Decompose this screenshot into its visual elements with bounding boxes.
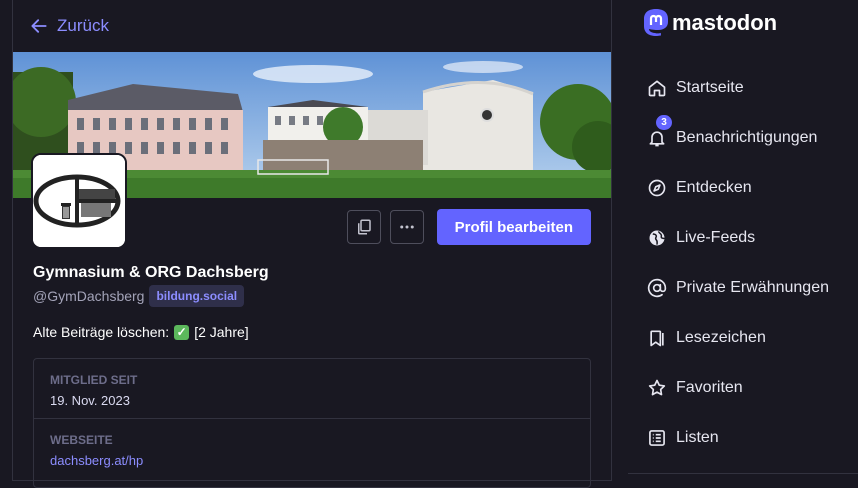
nav-label: Live-Feeds	[676, 229, 756, 246]
list-icon	[649, 430, 665, 446]
nav-label: Favoriten	[676, 379, 743, 396]
nav-item-live-feeds[interactable]: Live-Feeds	[628, 213, 858, 263]
back-label: Zurück	[57, 16, 109, 35]
bio-text: Alte Beiträge löschen:	[33, 324, 170, 340]
home-icon	[648, 80, 666, 97]
nav-item-private-erwaehnungen[interactable]: Private Erwähnungen	[628, 263, 858, 313]
globe-icon	[649, 230, 666, 246]
nav-item-benachrichtigungen[interactable]: 3 Benachrichtigungen	[628, 113, 858, 163]
field-member-since: MITGLIED SEIT 19. Nov. 2023	[34, 359, 590, 418]
nav-label: Entdecken	[676, 179, 752, 196]
notification-count-badge: 3	[656, 115, 672, 130]
nav-label: Startseite	[676, 79, 744, 96]
nav-item-entdecken[interactable]: Entdecken	[628, 163, 858, 213]
check-mark-icon: ✓	[174, 324, 190, 340]
field-label: MITGLIED SEIT	[50, 373, 138, 387]
nav-item-favoriten[interactable]: Favoriten	[628, 363, 858, 413]
at-icon	[647, 278, 667, 298]
nav-label: Listen	[676, 429, 719, 446]
profile-actions: Profil bearbeiten	[346, 209, 591, 245]
nav-item-lesezeichen[interactable]: Lesezeichen	[628, 313, 858, 363]
logo-text: mastodon	[672, 10, 778, 35]
mastodon-logo[interactable]: mastodon	[642, 8, 777, 38]
bookmark-icon	[650, 330, 664, 347]
display-name: Gymnasium & ORG Dachsberg	[33, 264, 269, 281]
copy-icon	[357, 219, 371, 235]
field-label: WEBSEITE	[50, 433, 113, 447]
school-logo-icon	[33, 155, 125, 247]
navigation-sidebar: mastodon Startseite 3 Benachrichtigungen…	[628, 0, 858, 481]
star-icon	[648, 379, 666, 396]
website-link[interactable]: dachsberg.at/hp	[50, 453, 574, 468]
field-website: WEBSEITE dachsberg.at/hp	[34, 418, 590, 477]
copy-link-button[interactable]	[346, 210, 381, 244]
handle-row: @GymDachsberg bildung.social	[33, 285, 245, 307]
bell-icon	[649, 131, 665, 147]
account-handle: @GymDachsberg	[33, 288, 145, 304]
edit-profile-button[interactable]: Profil bearbeiten	[436, 209, 591, 245]
avatar	[31, 153, 127, 249]
bio-suffix: [2 Jahre]	[194, 324, 249, 340]
profile-column: Zurück Profil bearbeiten Gymnasium & ORG…	[12, 0, 612, 488]
nav-label: Lesezeichen	[676, 329, 766, 346]
nav-item-listen[interactable]: Listen	[628, 413, 858, 463]
ellipsis-icon	[399, 225, 414, 229]
nav-label: Private Erwähnungen	[676, 279, 829, 296]
domain-badge[interactable]: bildung.social	[149, 285, 245, 307]
main-nav: Startseite 3 Benachrichtigungen Entdecke…	[628, 63, 858, 463]
profile-bio: Alte Beiträge löschen: ✓ [2 Jahre]	[33, 324, 249, 340]
profile-fields: MITGLIED SEIT 19. Nov. 2023 WEBSEITE dac…	[33, 358, 591, 488]
compass-icon	[648, 179, 666, 197]
arrow-left-icon	[31, 19, 47, 33]
more-options-button[interactable]	[389, 210, 424, 244]
sidebar-divider	[628, 473, 858, 474]
nav-item-startseite[interactable]: Startseite	[628, 63, 858, 113]
nav-label: Benachrichtigungen	[676, 129, 818, 146]
back-button[interactable]: Zurück	[13, 0, 611, 52]
mastodon-logo-icon	[644, 9, 668, 36]
field-value: 19. Nov. 2023	[50, 393, 130, 408]
